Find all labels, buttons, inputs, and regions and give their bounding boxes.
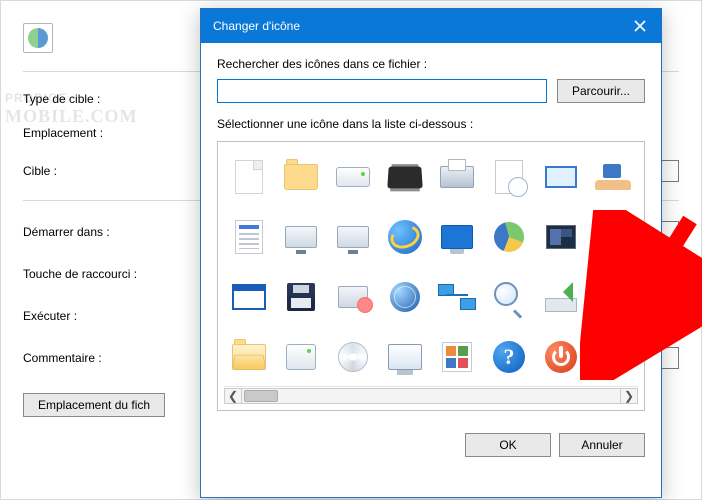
run-icon — [545, 282, 577, 312]
drive-icon — [286, 344, 316, 370]
icon-help[interactable]: ? — [484, 328, 534, 382]
target-label: Cible : — [23, 164, 203, 178]
ok-button[interactable]: OK — [465, 433, 551, 457]
chip-icon — [387, 167, 423, 189]
icon-drive-net-2[interactable] — [328, 208, 378, 266]
icon-run-arrow[interactable] — [536, 268, 586, 326]
icon-folder-closed[interactable] — [276, 148, 326, 206]
icon-list-box: ✕ ? ❮ ❯ — [217, 141, 645, 411]
icon-computer-monitor[interactable] — [380, 328, 430, 382]
icon-grid: ✕ ? — [224, 148, 638, 382]
change-icon-dialog: Changer d'icône Rechercher des icônes da… — [200, 8, 662, 498]
close-icon — [634, 20, 646, 32]
icon-window-mini[interactable] — [536, 148, 586, 206]
search-icon — [494, 282, 524, 312]
computer-icon — [441, 225, 473, 249]
dialog-title: Changer d'icône — [213, 19, 619, 33]
icon-globe[interactable] — [380, 268, 430, 326]
icon-computer[interactable] — [432, 208, 482, 266]
icon-optical-disc[interactable] — [328, 328, 378, 382]
icon-harddisk[interactable] — [328, 148, 378, 206]
icon-network[interactable] — [432, 268, 482, 326]
icon-control-panel[interactable] — [536, 208, 586, 266]
scroll-left-button[interactable]: ❮ — [224, 388, 242, 404]
icon-floppy[interactable] — [276, 268, 326, 326]
icon-empty[interactable] — [588, 268, 638, 326]
close-button[interactable] — [619, 9, 661, 43]
icon-window-frame[interactable] — [224, 268, 274, 326]
floppy-icon — [287, 283, 315, 311]
icon-ie-globe[interactable] — [380, 208, 430, 266]
icon-control-panel-shortcut[interactable] — [588, 208, 638, 266]
help-icon: ? — [493, 341, 525, 373]
cd-icon — [338, 342, 368, 372]
open-file-location-button[interactable]: Emplacement du fich — [23, 393, 165, 417]
blank-icon — [593, 277, 633, 317]
monitor-icon — [388, 344, 422, 370]
dialog-titlebar: Changer d'icône — [201, 9, 661, 43]
icon-tiles[interactable] — [432, 328, 482, 382]
hdd-icon — [336, 167, 370, 187]
icon-doc-rtf[interactable] — [224, 208, 274, 266]
icon-blank-file[interactable] — [224, 148, 274, 206]
folder-open-icon — [232, 344, 266, 370]
scroll-thumb[interactable] — [244, 390, 278, 402]
icon-drive-disconnected[interactable]: ✕ — [328, 268, 378, 326]
control-panel-icon — [598, 225, 628, 249]
icon-hand-share[interactable] — [588, 148, 638, 206]
drive-error-icon: ✕ — [338, 286, 368, 308]
chart-icon — [491, 219, 528, 256]
comment-label: Commentaire : — [23, 351, 203, 365]
recycle-bin-icon — [599, 342, 627, 372]
document-icon — [235, 220, 263, 254]
file-icon — [235, 160, 263, 194]
icon-folder-open[interactable] — [224, 328, 274, 382]
icon-magnifier[interactable] — [484, 268, 534, 326]
cancel-button[interactable]: Annuler — [559, 433, 645, 457]
share-icon — [595, 164, 631, 190]
icon-printer[interactable] — [432, 148, 482, 206]
shortcut-icon-preview — [23, 23, 53, 53]
icon-harddisk-box[interactable] — [276, 328, 326, 382]
dialog-footer: OK Annuler — [201, 421, 661, 469]
recent-icon — [495, 160, 523, 194]
globe-icon — [390, 282, 420, 312]
icon-chip[interactable] — [380, 148, 430, 206]
browse-button[interactable]: Parcourir... — [557, 79, 645, 103]
start-in-label: Démarrer dans : — [23, 225, 203, 239]
shortcut-badge-icon — [617, 224, 629, 236]
folder-icon — [284, 164, 318, 190]
list-label: Sélectionner une icône dans la liste ci-… — [217, 117, 645, 131]
scroll-track[interactable] — [242, 388, 620, 404]
icon-drive-net-1[interactable] — [276, 208, 326, 266]
path-label: Rechercher des icônes dans ce fichier : — [217, 57, 645, 71]
window-frame-icon — [232, 284, 266, 310]
icon-power[interactable] — [536, 328, 586, 382]
internet-icon — [388, 220, 422, 254]
icon-recycle-bin[interactable] — [588, 328, 638, 382]
printer-icon — [440, 166, 474, 188]
shortcut-key-label: Touche de raccourci : — [23, 267, 203, 281]
programs-icon — [442, 342, 472, 372]
network-drive-icon — [285, 226, 317, 248]
location-label: Emplacement : — [23, 126, 203, 140]
icon-file-clock[interactable] — [484, 148, 534, 206]
horizontal-scrollbar[interactable]: ❮ ❯ — [224, 386, 638, 404]
window-icon — [545, 166, 577, 188]
network-icon — [438, 284, 476, 310]
icon-pie-chart[interactable] — [484, 208, 534, 266]
network-drive-icon — [337, 226, 369, 248]
run-label: Exécuter : — [23, 309, 203, 323]
icon-path-input[interactable] — [217, 79, 547, 103]
power-icon — [545, 341, 577, 373]
scroll-right-button[interactable]: ❯ — [620, 388, 638, 404]
target-type-label: Type de cible : — [23, 92, 203, 106]
control-panel-icon — [546, 225, 576, 249]
